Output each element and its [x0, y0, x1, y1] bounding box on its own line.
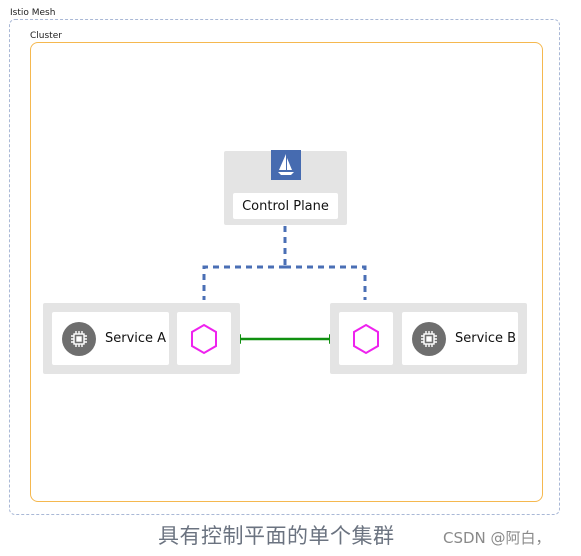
connections — [200, 226, 369, 344]
hexagon-envoy-icon — [191, 323, 217, 354]
proxy-b-box[interactable] — [339, 312, 393, 365]
control-plane-links — [202, 226, 367, 300]
watermark: CSDN @阿白， — [443, 529, 551, 547]
data-plane-link — [232, 334, 338, 344]
proxy-a-box[interactable] — [177, 312, 231, 365]
service-b-box[interactable]: Service B — [402, 312, 518, 365]
figure-caption: 具有控制平面的单个集群 — [158, 524, 395, 548]
service-a-box[interactable]: Service A — [52, 312, 169, 365]
control-link-to-proxy-b — [285, 265, 367, 300]
cpu-chip-icon — [62, 321, 96, 356]
service-a-label: Service A — [105, 331, 167, 346]
control-plane-label: Control Plane — [233, 193, 338, 219]
control-link-to-proxy-a — [202, 265, 285, 300]
hexagon-envoy-icon — [353, 323, 379, 354]
istio-sail-icon — [271, 150, 301, 180]
cpu-chip-icon — [412, 321, 446, 356]
service-b-label: Service B — [455, 331, 517, 346]
